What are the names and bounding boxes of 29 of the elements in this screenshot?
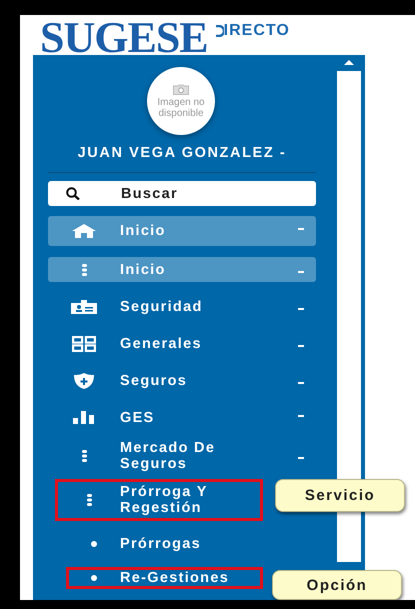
menu-item[interactable]: Prórrogas [48, 533, 316, 555]
menu-item[interactable]: Re-Gestiones [66, 567, 263, 589]
grid-icon [72, 336, 96, 352]
vertical-dots-icon [82, 264, 86, 276]
menu-item[interactable]: GES [48, 405, 316, 430]
menu-item[interactable]: Inicio [48, 257, 316, 282]
vertical-dots-icon [82, 450, 86, 462]
vertical-dots-icon [86, 494, 92, 506]
menu-item[interactable]: Mercado De Seguros [48, 440, 316, 472]
callout-label: Servicio [275, 479, 405, 512]
home-icon [72, 224, 96, 238]
bullet-icon [91, 541, 97, 547]
bar-chart-icon [73, 411, 95, 424]
id-card-icon [71, 300, 97, 314]
menu-item[interactable]: Prórroga Y Regestión [55, 479, 263, 521]
avatar-caption: Imagen no disponible [156, 96, 206, 118]
logo-title: SUGESE [40, 21, 208, 55]
logo-mark-icon [216, 25, 224, 37]
bullet-icon [91, 575, 97, 581]
menu-item[interactable]: Seguros [48, 368, 316, 393]
menu-item[interactable]: Seguridad [48, 294, 316, 319]
logo-subtitle: IRECTO [224, 23, 290, 39]
shield-icon [74, 372, 94, 388]
camera-icon [173, 84, 189, 94]
callout-label: Opción [272, 570, 402, 600]
menu-item[interactable]: Generales [48, 331, 316, 356]
user-menu[interactable]: JUAN VEGA GONZALEZ - [78, 145, 286, 161]
search-field[interactable]: Buscar [48, 181, 316, 206]
menu-item[interactable]: Inicio [48, 216, 316, 246]
